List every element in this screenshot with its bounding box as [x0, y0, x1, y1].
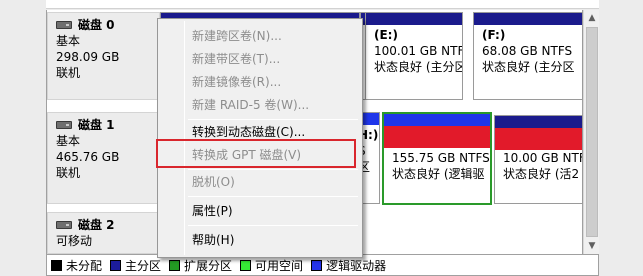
partition-bar: [366, 13, 462, 25]
top-strip: [46, 0, 599, 9]
legend-item-primary: 主分区: [110, 257, 161, 274]
disk-2-title-row: 磁盘 2: [56, 217, 159, 233]
partition-e-size: 100.01 GB NTFS: [374, 44, 463, 58]
disk-1-title: 磁盘 1: [78, 118, 115, 132]
legend-label: 可用空间: [255, 258, 304, 273]
legend-swatch: [169, 259, 181, 271]
menu-item-new-striped[interactable]: 新建带区卷(T)...: [160, 48, 360, 70]
disk-0-info[interactable]: 磁盘 0 基本 298.09 GB 联机: [47, 12, 160, 100]
legend-swatch: [240, 259, 252, 271]
legend-label: 逻辑驱动器: [326, 258, 387, 273]
disk-1-partition-logical[interactable]: 155.75 GB NTFS 状态良好 (逻辑驱: [382, 112, 492, 205]
menu-separator: [188, 119, 358, 120]
legend-swatch: [110, 259, 122, 271]
partition-f-size: 68.08 GB NTFS: [482, 44, 573, 58]
legend-item-unallocated: 未分配: [51, 257, 102, 274]
partition-f-letter: (F:): [482, 28, 506, 42]
removable-disk-icon: [56, 221, 72, 229]
menu-separator: [188, 225, 358, 226]
menu-separator: [188, 196, 358, 197]
legend-swatch: [311, 259, 323, 271]
partition-selected-band: [495, 128, 582, 150]
menu-item-new-spanned[interactable]: 新建跨区卷(N)...: [160, 25, 360, 47]
partition-active-status: 状态良好 (活2: [503, 167, 580, 181]
partition-logical-status: 状态良好 (逻辑驱: [392, 167, 485, 181]
hard-disk-icon: [56, 21, 72, 29]
vertical-scrollbar[interactable]: ▲ ▼: [583, 10, 599, 254]
disk-0-partition-e[interactable]: (E:) 100.01 GB NTFS 状态良好 (主分区: [365, 12, 463, 100]
disk-1-info[interactable]: 磁盘 1 基本 465.76 GB 联机: [47, 112, 160, 204]
menu-separator: [188, 169, 358, 170]
disk-2-type: 可移动: [56, 234, 93, 248]
legend-item-free: 可用空间: [240, 257, 303, 274]
disk-0-title-row: 磁盘 0: [56, 17, 159, 33]
hard-disk-icon: [56, 121, 72, 129]
partition-e-status: 状态良好 (主分区: [374, 60, 463, 74]
partition-active-size: 10.00 GB NTFS: [503, 151, 582, 165]
disk-1-type: 基本: [56, 134, 81, 148]
disk-0-size: 298.09 GB: [56, 50, 120, 64]
partition-f-status: 状态良好 (主分区: [482, 60, 575, 74]
scroll-up-arrow-icon[interactable]: ▲: [584, 10, 600, 26]
disk-1-partition-active[interactable]: 10.00 GB NTFS 状态良好 (活2: [494, 115, 583, 204]
disk-2-info[interactable]: 磁盘 2 可移动: [47, 212, 160, 254]
disk-0-type: 基本: [56, 34, 81, 48]
legend-label: 主分区: [125, 258, 162, 273]
disk-2-title: 磁盘 2: [78, 218, 115, 232]
disk-0-title: 磁盘 0: [78, 18, 115, 32]
disk-0-status: 联机: [56, 66, 81, 80]
legend-label: 扩展分区: [184, 258, 233, 273]
menu-item-help[interactable]: 帮助(H): [160, 229, 360, 251]
menu-item-offline[interactable]: 脱机(O): [160, 171, 360, 193]
legend-item-logical: 逻辑驱动器: [311, 257, 386, 274]
partition-bar: [495, 116, 582, 128]
partition-logical-size: 155.75 GB NTFS: [392, 151, 490, 165]
scroll-down-arrow-icon[interactable]: ▼: [584, 238, 600, 254]
disk-1-status: 联机: [56, 166, 81, 180]
menu-item-new-mirrored[interactable]: 新建镜像卷(R)...: [160, 71, 360, 93]
disk-1-size: 465.76 GB: [56, 150, 120, 164]
disk-0-partition-f[interactable]: (F:) 68.08 GB NTFS 状态良好 (主分区: [473, 12, 583, 100]
legend-swatch: [51, 259, 62, 271]
partition-bar: [384, 114, 490, 126]
partition-selected-band: [384, 126, 490, 148]
legend-label: 未分配: [66, 258, 103, 273]
disk-1-title-row: 磁盘 1: [56, 117, 159, 133]
partition-bar: [474, 13, 582, 25]
menu-item-properties[interactable]: 属性(P): [160, 200, 360, 222]
menu-item-new-raid5[interactable]: 新建 RAID-5 卷(W)...: [160, 94, 360, 116]
partition-e-letter: (E:): [374, 28, 398, 42]
scroll-thumb[interactable]: [586, 27, 598, 237]
legend-item-extended: 扩展分区: [169, 257, 232, 274]
highlight-box-convert-gpt: [156, 139, 356, 168]
context-menu: 新建跨区卷(N)... 新建带区卷(T)... 新建镜像卷(R)... 新建 R…: [157, 18, 363, 258]
